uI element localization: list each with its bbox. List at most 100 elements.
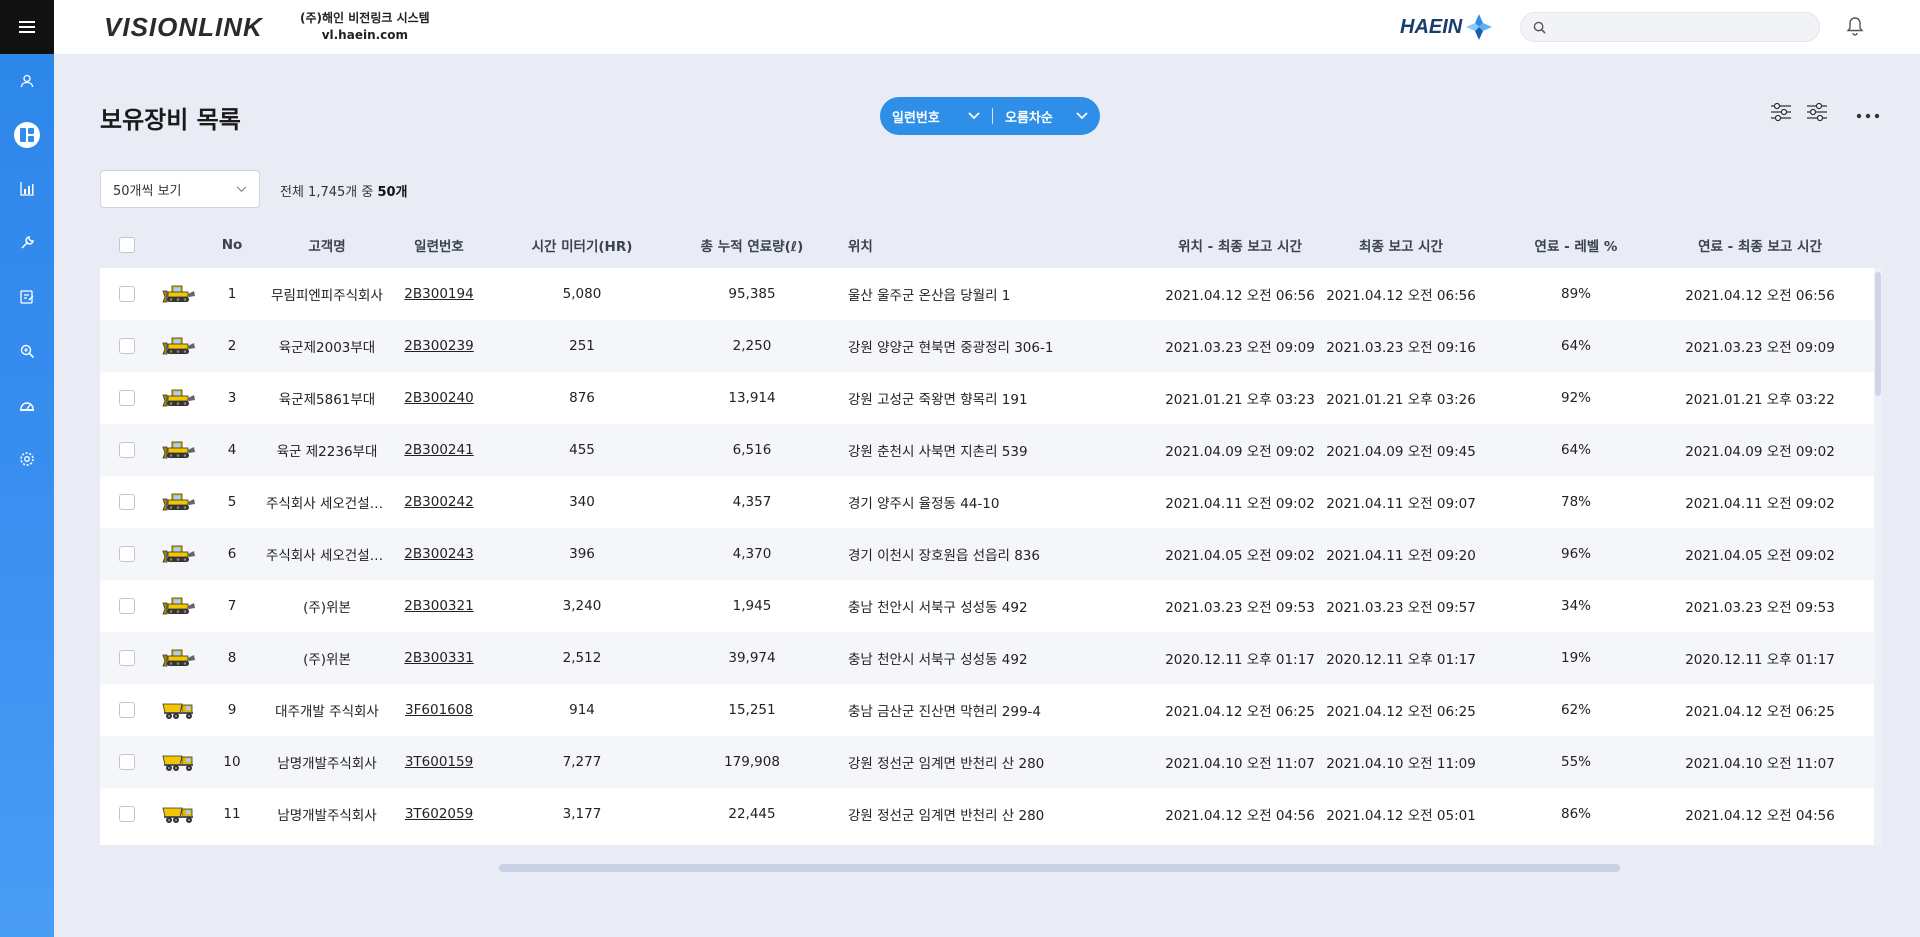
- more-options-button[interactable]: [1856, 105, 1880, 124]
- sidebar-item-dashboard[interactable]: [0, 108, 54, 162]
- row-location-time: 2021.03.23 오전 09:09: [1165, 340, 1315, 356]
- row-fuel-total: 179,908: [724, 754, 780, 770]
- row-location-time: 2021.04.12 오전 06:25: [1165, 704, 1315, 720]
- column-settings-button[interactable]: [1806, 102, 1828, 126]
- table-row[interactable]: 7 (주)위본 2B300321 3,240 1,945 충남 천안시 서북구 …: [100, 580, 1874, 632]
- table-row[interactable]: 5 주식회사 세오건설장비 2B300242 340 4,357 경기 양주시 …: [100, 476, 1874, 528]
- search-input[interactable]: [1554, 14, 1814, 40]
- sidebar-item-chart[interactable]: [0, 162, 54, 216]
- row-checkbox[interactable]: [100, 702, 154, 718]
- col-customer[interactable]: 고객명: [260, 235, 394, 255]
- row-location-time: 2021.04.12 오전 04:56: [1165, 808, 1315, 824]
- notification-button[interactable]: [1846, 16, 1864, 40]
- row-checkbox[interactable]: [100, 442, 154, 458]
- sidebar-item-settings[interactable]: [0, 432, 54, 486]
- row-checkbox[interactable]: [100, 390, 154, 406]
- row-last-report-time: 2021.04.09 오전 09:45: [1326, 444, 1476, 460]
- sidebar-item-inspect[interactable]: [0, 324, 54, 378]
- serial-link[interactable]: 3T602059: [405, 806, 473, 822]
- company-name: (주)해인 비전링크 시스템: [300, 11, 430, 25]
- toolbar: [1770, 102, 1880, 126]
- row-serial: 2B300239: [394, 338, 484, 354]
- table-row[interactable]: 1 무림피엔피주식회사 2B300194 5,080 95,385 울산 울주군…: [100, 268, 1874, 320]
- table-row[interactable]: 4 육군 제2236부대 2B300241 455 6,516 강원 춘천시 사…: [100, 424, 1874, 476]
- sidebar-item-user[interactable]: [0, 54, 54, 108]
- row-checkbox[interactable]: [100, 598, 154, 614]
- table-row[interactable]: 6 주식회사 세오건설장비 2B300243 396 4,370 경기 이천시 …: [100, 528, 1874, 580]
- col-location-time[interactable]: 위치 - 최종 보고 시간: [1164, 235, 1316, 255]
- serial-link[interactable]: 3T600159: [405, 754, 473, 770]
- table-header: No 고객명 일련번호 시간 미터기(HR) 총 누적 연료량(ℓ) 위치 위치…: [100, 222, 1874, 268]
- row-checkbox[interactable]: [100, 494, 154, 510]
- serial-link[interactable]: 3F601608: [405, 702, 473, 718]
- sort-order-select[interactable]: 오름차순: [993, 97, 1100, 135]
- visionlink-logo[interactable]: VISIONLINK: [104, 12, 263, 43]
- row-customer: 대주개발 주식회사: [275, 704, 379, 720]
- serial-link[interactable]: 2B300331: [404, 650, 473, 666]
- table-row[interactable]: 8 (주)위본 2B300331 2,512 39,974 충남 천안시 서북구…: [100, 632, 1874, 684]
- col-hours[interactable]: 시간 미터기(HR): [484, 235, 680, 255]
- row-fuel-total: 6,516: [732, 442, 772, 458]
- equipment-type: [154, 700, 204, 720]
- page-size-select[interactable]: 50개씩 보기: [100, 170, 260, 208]
- bulldozer-icon: [162, 493, 195, 511]
- row-fuel-level: 78%: [1560, 494, 1591, 510]
- sort-field-select[interactable]: 일련번호: [880, 97, 992, 135]
- row-checkbox[interactable]: [100, 546, 154, 562]
- serial-link[interactable]: 2B300242: [404, 494, 473, 510]
- user-icon: [20, 74, 34, 88]
- row-location: 강원 고성군 죽왕면 향목리 191: [848, 392, 1028, 408]
- report-icon: [20, 290, 34, 304]
- row-location-time: 2021.04.05 오전 09:02: [1165, 548, 1315, 564]
- table-row[interactable]: 11 남명개발주식회사 3T602059 3,177 22,445 강원 정선군…: [100, 788, 1874, 840]
- search-box[interactable]: [1520, 12, 1820, 42]
- bulldozer-icon: [162, 285, 195, 303]
- col-no[interactable]: No: [204, 237, 260, 253]
- serial-link[interactable]: 2B300243: [404, 546, 473, 562]
- serial-link[interactable]: 2B300321: [404, 598, 473, 614]
- row-checkbox[interactable]: [100, 806, 154, 822]
- sidebar-item-gauge[interactable]: [0, 378, 54, 432]
- col-location[interactable]: 위치: [824, 235, 1164, 255]
- table-row[interactable]: 2 육군제2003부대 2B300239 251 2,250 강원 양양군 현북…: [100, 320, 1874, 372]
- serial-link[interactable]: 2B300239: [404, 338, 473, 354]
- vertical-scroll-thumb[interactable]: [1875, 272, 1881, 396]
- bulldozer-icon: [162, 337, 195, 355]
- row-checkbox[interactable]: [100, 650, 154, 666]
- row-fuel-time: 2021.04.05 오전 09:02: [1685, 548, 1835, 564]
- row-customer: (주)위본: [303, 600, 351, 616]
- serial-link[interactable]: 2B300194: [404, 286, 473, 302]
- col-fuel-total[interactable]: 총 누적 연료량(ℓ): [680, 235, 824, 255]
- sort-control: 일련번호 오름차순: [880, 97, 1100, 135]
- sidebar-item-report[interactable]: [0, 270, 54, 324]
- vertical-scrollbar[interactable]: [1874, 268, 1882, 845]
- row-checkbox[interactable]: [100, 338, 154, 354]
- filter-button[interactable]: [1770, 102, 1792, 126]
- equipment-type: [154, 752, 204, 772]
- row-location: 경기 양주시 율정동 44-10: [848, 496, 1000, 512]
- haein-logo-text: HAEIN: [1400, 15, 1463, 38]
- dashboard-icon: [20, 128, 34, 142]
- sidebar-item-maintenance[interactable]: [0, 216, 54, 270]
- serial-link[interactable]: 2B300241: [404, 442, 473, 458]
- col-last-report-time[interactable]: 최종 보고 시간: [1316, 235, 1486, 255]
- col-fuel-time[interactable]: 연료 - 최종 보고 시간: [1666, 235, 1854, 255]
- horizontal-scrollbar[interactable]: [499, 864, 1620, 872]
- hamburger-menu-button[interactable]: [0, 0, 54, 54]
- col-serial[interactable]: 일련번호: [394, 235, 484, 255]
- table-row[interactable]: 10 남명개발주식회사 3T600159 7,277 179,908 강원 정선…: [100, 736, 1874, 788]
- col-fuel-level[interactable]: 연료 - 레벨 %: [1486, 235, 1666, 255]
- row-checkbox[interactable]: [100, 754, 154, 770]
- select-all-checkbox[interactable]: [100, 237, 154, 253]
- row-checkbox[interactable]: [100, 286, 154, 302]
- equipment-type: [154, 388, 204, 408]
- table-body: 1 무림피엔피주식회사 2B300194 5,080 95,385 울산 울주군…: [100, 268, 1874, 845]
- haein-logo-icon: [1466, 14, 1493, 40]
- row-fuel-time: 2021.04.12 오전 04:56: [1685, 808, 1835, 824]
- row-fuel-time: 2021.01.21 오후 03:22: [1685, 392, 1835, 408]
- table-row[interactable]: 9 대주개발 주식회사 3F601608 914 15,251 충남 금산군 진…: [100, 684, 1874, 736]
- table-row[interactable]: 3 육군제5861부대 2B300240 876 13,914 강원 고성군 죽…: [100, 372, 1874, 424]
- row-fuel-level: 19%: [1560, 650, 1591, 666]
- column-sliders-icon: [1807, 102, 1827, 122]
- serial-link[interactable]: 2B300240: [404, 390, 473, 406]
